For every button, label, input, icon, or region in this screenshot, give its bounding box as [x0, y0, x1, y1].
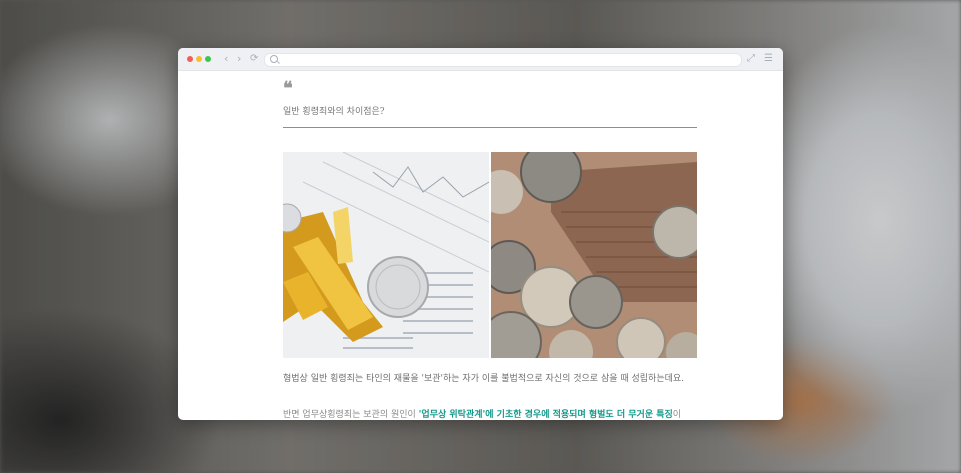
divider: [283, 127, 697, 128]
image-caption: 형법상 일반 횡령죄는 타인의 재물을 '보관'하는 자가 이를 불법적으로 자…: [283, 374, 685, 384]
reload-icon[interactable]: ⟳: [250, 51, 258, 67]
body-paragraph: 반면 업무상횡령죄는 보관의 원인이 '업무상 위탁관계'에 기초한 경우에 적…: [283, 407, 681, 420]
money-coins-photo: [491, 152, 697, 358]
browser-window: ‹ › ⟳ ⤢ ☰ ❝ 일반 횡령죄와의 차이점은? 형법상 일반 횡령죄는 타…: [178, 48, 783, 420]
browser-toolbar: ‹ › ⟳ ⤢ ☰: [178, 48, 783, 71]
address-bar[interactable]: [264, 53, 742, 67]
forward-icon[interactable]: ›: [237, 51, 241, 67]
minimize-window-button[interactable]: [196, 56, 202, 62]
expand-icon[interactable]: ⤢: [747, 51, 755, 67]
menu-icon[interactable]: ☰: [764, 51, 773, 67]
search-icon: [270, 55, 278, 63]
zoom-window-button[interactable]: [205, 56, 211, 62]
back-icon[interactable]: ‹: [224, 51, 228, 67]
body-text-prefix: 반면 업무상횡령죄는 보관의 원인이: [283, 410, 419, 420]
quote-heading: 일반 횡령죄와의 차이점은?: [283, 107, 385, 117]
stock-chart-photo: [283, 152, 489, 358]
quote-icon: ❝: [283, 78, 293, 99]
close-window-button[interactable]: [187, 56, 193, 62]
body-highlight: '업무상 위탁관계'에 기초한 경우에 적용되며 형벌도 더 무거운 특징: [418, 410, 673, 420]
body-text-suffix: 이: [672, 410, 682, 420]
